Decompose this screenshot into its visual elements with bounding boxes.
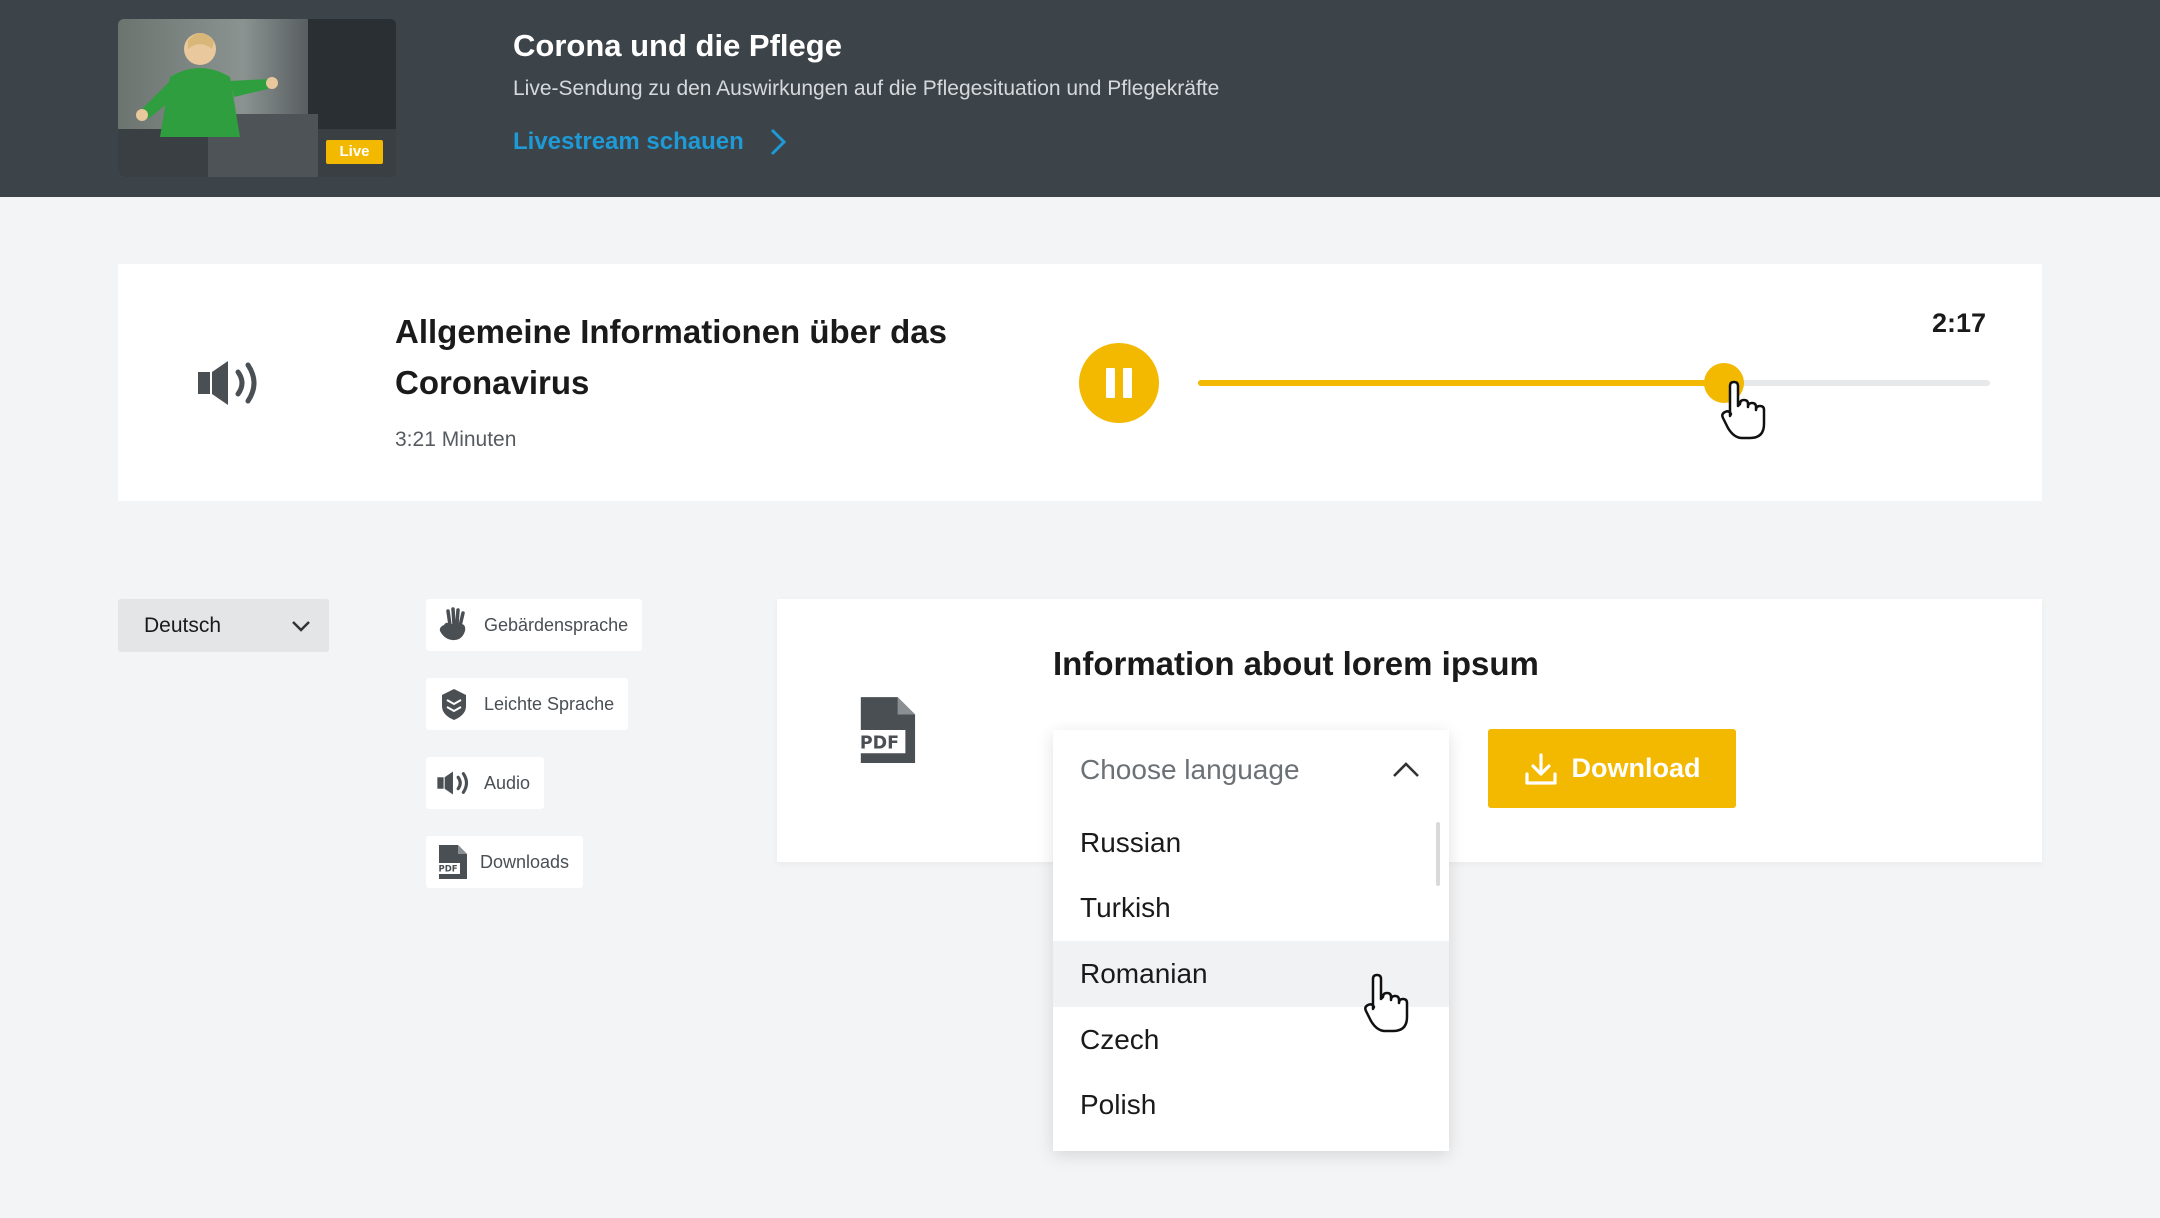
download-button[interactable]: Download <box>1488 729 1736 808</box>
download-button-label: Download <box>1571 753 1701 783</box>
nav-label: Audio <box>484 772 531 793</box>
pdf-icon: PDF <box>856 697 916 763</box>
nav-sign-language[interactable]: Gebärdensprache <box>426 599 643 651</box>
language-option[interactable]: Turkish <box>1053 875 1449 941</box>
pause-button[interactable] <box>1079 343 1159 423</box>
nav-easy-language[interactable]: Leichte Sprache <box>426 678 629 730</box>
banner-title: Corona und die Pflege <box>513 28 842 63</box>
livestream-link[interactable]: Livestream schauen <box>513 124 786 160</box>
svg-text:PDF: PDF <box>439 865 458 875</box>
info-title: Information about lorem ipsum <box>1053 645 1539 682</box>
audio-progress-handle[interactable] <box>1703 363 1744 403</box>
language-option[interactable]: Russian <box>1053 810 1449 876</box>
live-banner: Live Corona und die Pflege Live-Sendung … <box>0 0 2160 197</box>
language-dropdown-toggle[interactable]: Choose language <box>1053 730 1449 809</box>
chevron-right-icon <box>770 128 786 156</box>
language-option[interactable]: Romanian <box>1053 941 1449 1007</box>
dropdown-scrollbar[interactable] <box>1436 822 1440 886</box>
nav-label: Leichte Sprache <box>484 693 615 714</box>
language-select-value: Deutsch <box>144 613 222 637</box>
nav-audio[interactable]: Audio <box>426 757 545 809</box>
banner-subtitle: Live-Sendung zu den Auswirkungen auf die… <box>513 77 1220 100</box>
svg-text:PDF: PDF <box>860 733 899 753</box>
language-option[interactable]: Czech <box>1053 1007 1449 1073</box>
download-icon <box>1524 752 1557 785</box>
easy-language-icon <box>442 689 466 720</box>
pause-bar-right <box>1123 368 1132 398</box>
sign-language-hand-icon <box>439 607 466 641</box>
language-dropdown-placeholder: Choose language <box>1080 753 1300 785</box>
nav-label: Gebärdensprache <box>484 614 629 635</box>
speaker-icon <box>437 771 469 795</box>
livestream-thumbnail[interactable]: Live <box>118 19 396 177</box>
pause-bar-left <box>1106 368 1115 398</box>
chevron-down-icon <box>292 620 310 632</box>
language-select[interactable]: Deutsch <box>118 599 329 652</box>
audio-progress-slider[interactable] <box>1198 363 1990 403</box>
pdf-icon: PDF <box>437 845 467 879</box>
nav-label: Downloads <box>480 851 570 872</box>
livestream-link-label: Livestream schauen <box>513 128 744 155</box>
language-option[interactable]: Polish <box>1053 1072 1449 1138</box>
audio-player-card: Allgemeine Informationen über das Corona… <box>118 264 2042 501</box>
audio-current-time: 2:17 <box>1931 308 1986 338</box>
language-dropdown[interactable]: Choose language Russian Turkish Romanian… <box>1053 730 1449 1151</box>
speaker-icon <box>198 361 257 405</box>
audio-title: Allgemeine Informationen über das Corona… <box>395 313 947 401</box>
audio-duration: 3:21 Minuten <box>395 428 517 451</box>
page: Live Corona und die Pflege Live-Sendung … <box>0 0 2160 1218</box>
live-badge: Live <box>326 140 383 164</box>
audio-progress-fill <box>1198 380 1724 386</box>
nav-downloads[interactable]: PDF Downloads <box>426 836 584 888</box>
chevron-up-icon <box>1393 761 1419 777</box>
